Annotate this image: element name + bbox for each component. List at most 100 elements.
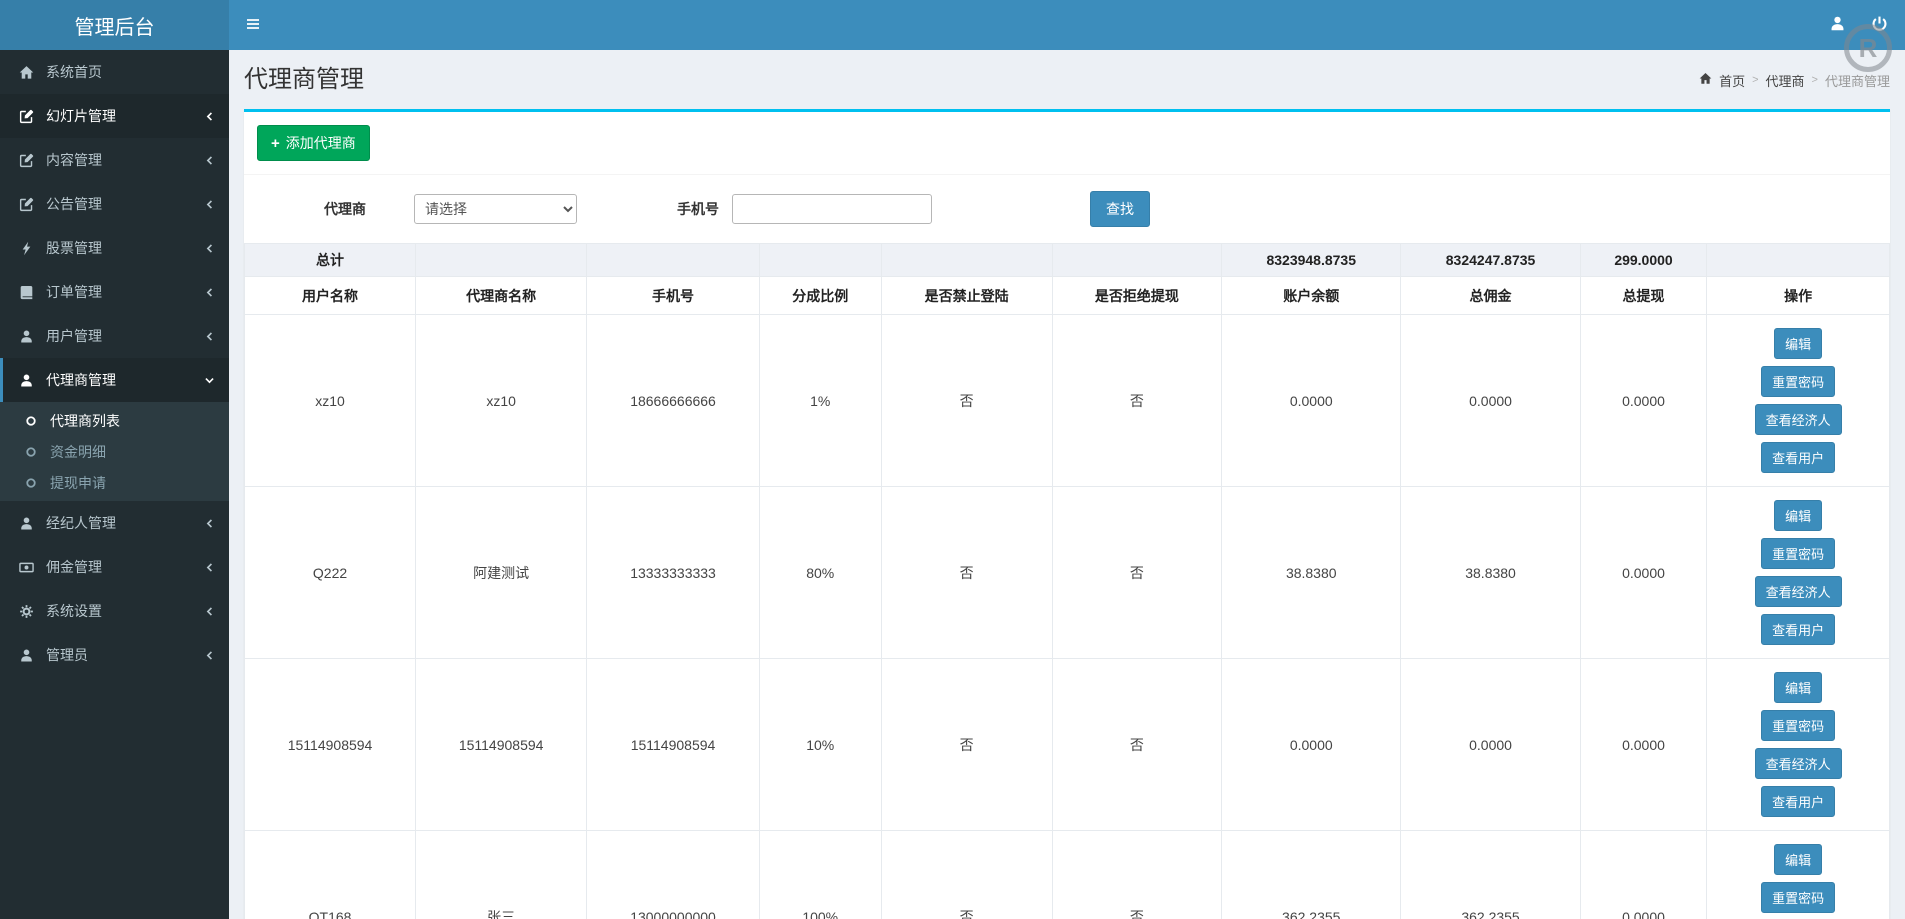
actions-cell: 编辑重置密码查看经济人查看用户: [1706, 486, 1890, 659]
breadcrumb-separator: >: [1811, 74, 1818, 86]
reset-password-button[interactable]: 重置密码: [1761, 538, 1836, 569]
filter-bar: 代理商 请选择 手机号 查找: [244, 175, 1890, 243]
sidebar-item-label: 股票管理: [46, 240, 102, 256]
chevron-left-icon: [204, 562, 215, 573]
chevron-left-icon: [204, 518, 215, 529]
sidebar-item-system-settings[interactable]: 系统设置: [0, 589, 229, 633]
home-icon: [1699, 72, 1712, 88]
totals-cell: 8324247.8735: [1400, 243, 1581, 277]
circle-icon: [21, 415, 41, 427]
table-header-cell: 操作: [1706, 276, 1890, 315]
table-header-cell: 是否禁止登陆: [880, 276, 1053, 315]
logout-button[interactable]: [1858, 0, 1900, 50]
table-cell: 0.0000: [1579, 658, 1708, 831]
reset-password-button[interactable]: 重置密码: [1761, 882, 1836, 913]
table-cell: 否: [1051, 830, 1223, 919]
table-cell: 362.2355: [1221, 830, 1402, 919]
circle-icon: [21, 446, 41, 458]
submenu-item-label: 提现申请: [50, 474, 106, 491]
user-icon: [15, 648, 37, 663]
table-cell: 38.8380: [1221, 486, 1402, 659]
table-header-row: 用户名称 代理商名称 手机号 分成比例 是否禁止登陆 是否拒绝提现 账户余额 总佣金 总提现 操作: [243, 276, 1890, 315]
reset-password-button[interactable]: 重置密码: [1761, 710, 1836, 741]
page-title: 代理商管理: [244, 66, 364, 93]
submenu-item-fund-details[interactable]: 资金明细: [0, 436, 229, 467]
view-broker-button[interactable]: 查看经济人: [1754, 576, 1842, 607]
view-broker-button[interactable]: 查看经济人: [1754, 748, 1842, 779]
sidebar-item-slideshow-mgmt[interactable]: 幻灯片管理: [0, 94, 229, 138]
sidebar-item-label: 系统首页: [46, 64, 102, 80]
phone-input[interactable]: [732, 194, 932, 224]
sidebar-item-system-home[interactable]: 系统首页: [0, 50, 229, 94]
sidebar-item-commission-mgmt[interactable]: 佣金管理: [0, 545, 229, 589]
sidebar-item-administrator[interactable]: 管理员: [0, 633, 229, 677]
table-cell: 13333333333: [586, 486, 760, 659]
table-cell: 18666666666: [586, 314, 760, 487]
submenu-item-agent-list[interactable]: 代理商列表: [0, 405, 229, 436]
table-cell: 80%: [758, 486, 882, 659]
sidebar-toggle-button[interactable]: [229, 0, 277, 50]
sidebar-item-notice-mgmt[interactable]: 公告管理: [0, 182, 229, 226]
reset-password-button[interactable]: 重置密码: [1761, 366, 1836, 397]
user-icon: [15, 516, 37, 531]
table-cell: 15114908594: [415, 658, 588, 831]
sidebar-item-label: 用户管理: [46, 328, 102, 344]
table-cell: 10%: [758, 658, 882, 831]
agent-filter-label: 代理商: [324, 201, 366, 217]
table-cell: 362.2355: [1400, 830, 1581, 919]
table-cell: 15114908594: [586, 658, 760, 831]
user-menu-button[interactable]: [1816, 0, 1858, 50]
table-cell: 否: [1051, 486, 1223, 659]
view-user-button[interactable]: 查看用户: [1761, 786, 1836, 817]
totals-cell: 总计: [243, 243, 417, 277]
table-cell: 0.0000: [1221, 314, 1402, 487]
table-cell: 0.0000: [1221, 658, 1402, 831]
table-header-cell: 分成比例: [758, 276, 882, 315]
table-header-cell: 总提现: [1579, 276, 1708, 315]
breadcrumb-home[interactable]: 首页: [1719, 71, 1745, 90]
table-cell: QT168: [243, 830, 417, 919]
table-cell: 0.0000: [1579, 830, 1708, 919]
table-cell: 1%: [758, 314, 882, 487]
sidebar-item-stock-mgmt[interactable]: 股票管理: [0, 226, 229, 270]
sidebar-item-agent-mgmt[interactable]: 代理商管理: [0, 358, 229, 402]
sidebar-item-user-mgmt[interactable]: 用户管理: [0, 314, 229, 358]
app-logo[interactable]: 管理后台: [0, 0, 229, 50]
table-cell: 100%: [758, 830, 882, 919]
sidebar-item-label: 代理商管理: [46, 372, 116, 388]
table-cell: Q222: [243, 486, 417, 659]
sidebar-item-broker-mgmt[interactable]: 经纪人管理: [0, 501, 229, 545]
submenu-item-label: 代理商列表: [50, 412, 120, 429]
view-user-button[interactable]: 查看用户: [1761, 614, 1836, 645]
submenu-item-withdraw-apply[interactable]: 提现申请: [0, 467, 229, 498]
edit-button[interactable]: 编辑: [1774, 328, 1823, 359]
user-icon: [1829, 15, 1846, 35]
breadcrumb-agent[interactable]: 代理商: [1766, 71, 1805, 90]
table-header-cell: 账户余额: [1221, 276, 1402, 315]
sidebar-item-order-mgmt[interactable]: 订单管理: [0, 270, 229, 314]
plus-icon: +: [271, 134, 280, 152]
sidebar-item-label: 内容管理: [46, 152, 102, 168]
edit-button[interactable]: 编辑: [1774, 500, 1823, 531]
edit-button[interactable]: 编辑: [1774, 844, 1823, 875]
sidebar-item-label: 幻灯片管理: [46, 108, 116, 124]
breadcrumb-current: 代理商管理: [1824, 73, 1890, 89]
actions-cell: 编辑重置密码查看经济人查看用户: [1706, 314, 1890, 487]
agent-select[interactable]: 请选择: [414, 194, 577, 224]
edit-button[interactable]: 编辑: [1774, 672, 1823, 703]
add-agent-button[interactable]: + 添加代理商: [257, 125, 370, 161]
table-cell: 0.0000: [1579, 486, 1708, 659]
view-user-button[interactable]: 查看用户: [1761, 442, 1836, 473]
sidebar-item-content-mgmt[interactable]: 内容管理: [0, 138, 229, 182]
search-button[interactable]: 查找: [1090, 191, 1150, 227]
view-broker-button[interactable]: 查看经济人: [1754, 404, 1842, 435]
totals-cell: [1706, 243, 1890, 277]
table-cell: xz10: [415, 314, 588, 487]
table-header-cell: 代理商名称: [415, 276, 588, 315]
table-cell: 否: [880, 830, 1053, 919]
actions-cell: 编辑重置密码查看经济人查看用户: [1706, 830, 1890, 919]
sidebar-item-label: 佣金管理: [46, 559, 102, 575]
sidebar-item-label: 公告管理: [46, 196, 102, 212]
bolt-icon: [15, 241, 37, 256]
table-cell: 否: [1051, 658, 1223, 831]
